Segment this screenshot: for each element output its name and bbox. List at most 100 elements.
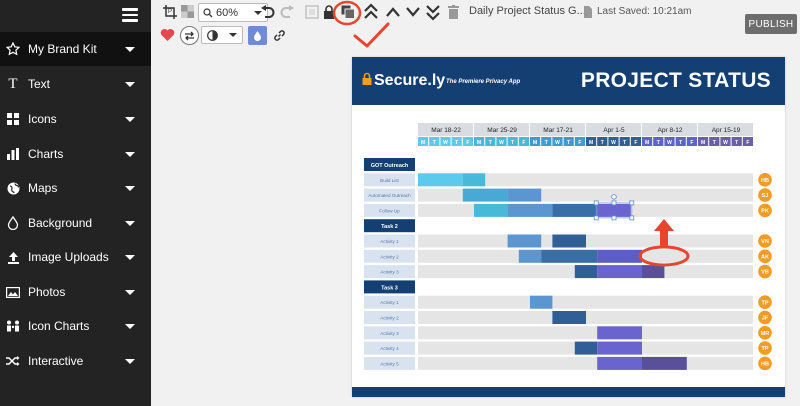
task-bar <box>462 173 486 187</box>
opacity-select[interactable] <box>201 26 243 44</box>
week-header-label: Mar 17-21 <box>543 127 573 134</box>
sidebar-item-charts[interactable]: Charts <box>0 137 151 171</box>
day-header-label: T <box>623 140 626 146</box>
day-header-label: F <box>466 140 469 146</box>
group-header-label: Task 3 <box>381 285 398 291</box>
week-header-label: Mar 18-22 <box>431 127 461 134</box>
sidebar-item-icons[interactable]: Icons <box>0 102 151 136</box>
avatar-initials: TP <box>761 300 768 306</box>
fill-color-button[interactable] <box>248 26 267 45</box>
task-label: Activity 1 <box>380 239 399 244</box>
resize-handle <box>611 215 617 221</box>
document-title[interactable]: Daily Project Status G... <box>469 5 586 17</box>
bring-to-front-icon[interactable] <box>362 2 380 22</box>
chevron-down-icon <box>125 254 135 260</box>
resize-handle <box>593 215 599 221</box>
task-label: Activity 3 <box>380 270 399 275</box>
day-header-label: M <box>701 140 705 146</box>
sidebar-item-label: Interactive <box>28 354 84 368</box>
contrast-icon <box>207 30 218 41</box>
swap-icon[interactable] <box>180 26 199 45</box>
task-bar <box>418 173 463 187</box>
chevron-down-icon <box>229 33 237 37</box>
sidebar-item-my-brand-kit[interactable]: My Brand Kit <box>0 32 151 66</box>
avatar-initials: HB <box>761 178 769 184</box>
text-icon: T <box>8 75 18 92</box>
chevron-down-icon <box>125 46 135 52</box>
task-label: Build List <box>380 178 399 183</box>
hamburger-menu-icon[interactable] <box>122 8 138 22</box>
svg-text:P: P <box>168 9 172 15</box>
undo-icon[interactable] <box>258 3 276 21</box>
day-header-label: F <box>690 140 693 146</box>
info-icon[interactable] <box>582 3 594 21</box>
task-bar <box>462 188 508 202</box>
day-header-label: W <box>443 140 448 146</box>
resize-handle <box>611 200 617 206</box>
day-header-label: T <box>455 140 458 146</box>
rotate-handle <box>611 194 617 200</box>
task-bar <box>530 295 553 309</box>
day-header-label: M <box>589 140 593 146</box>
avatar-initials: SJ <box>762 193 769 199</box>
week-header-label: Apr 8-12 <box>658 127 683 134</box>
transparency-icon[interactable] <box>181 5 194 18</box>
day-header-label: M <box>477 140 481 146</box>
day-header-label: T <box>489 140 492 146</box>
group-header-label: Task 2 <box>381 224 398 230</box>
group-header-label: GOT Outreach <box>371 163 409 169</box>
sidebar-item-photos[interactable]: Photos <box>0 275 151 309</box>
sidebar-item-icon-charts[interactable]: Icon Charts <box>0 309 151 343</box>
task-bar <box>597 356 642 370</box>
day-header-label: T <box>735 140 738 146</box>
sidebar-item-image-uploads[interactable]: Image Uploads <box>0 240 151 274</box>
task-bar <box>474 203 508 217</box>
chevron-down-icon <box>125 185 135 191</box>
droplet-icon <box>254 30 261 41</box>
day-header-label: W <box>723 140 728 146</box>
week-header-label: Mar 25-29 <box>487 127 517 134</box>
day-header-label: W <box>611 140 616 146</box>
send-backward-icon[interactable] <box>404 3 422 21</box>
zoom-icon <box>203 7 213 17</box>
sidebar-item-label: Charts <box>28 147 64 161</box>
trash-icon[interactable] <box>446 3 460 21</box>
design-canvas[interactable]: Secure.ly The Premiere Privacy App PROJE… <box>352 57 785 397</box>
heart-icon[interactable] <box>159 27 175 43</box>
day-header-label: T <box>433 140 436 146</box>
redo-icon[interactable] <box>278 3 296 21</box>
avatar-initials: VB <box>761 270 769 276</box>
crop-tool-icon[interactable]: P <box>161 3 179 21</box>
bring-forward-icon[interactable] <box>384 3 402 21</box>
task-label: Activity 1 <box>380 300 399 305</box>
chevron-down-icon <box>125 289 135 295</box>
duplicate-icon[interactable] <box>339 3 357 21</box>
send-to-back-icon[interactable] <box>424 2 442 22</box>
sidebar-item-maps[interactable]: Maps <box>0 171 151 205</box>
sidebar-item-label: Icon Charts <box>28 319 90 333</box>
last-saved-status: Last Saved: 10:21am <box>597 6 692 17</box>
day-header-label: T <box>601 140 604 146</box>
sidebar: My Brand Kit T Text Icons Charts Maps Ba… <box>0 0 151 406</box>
frame-icon[interactable] <box>303 3 321 21</box>
people-icon <box>6 319 20 333</box>
lock-icon[interactable] <box>321 3 337 21</box>
resize-handle <box>629 215 635 221</box>
shuffle-icon <box>6 354 20 368</box>
sidebar-item-label: Text <box>28 77 51 91</box>
task-label: Activity 3 <box>380 331 399 336</box>
day-header-label: T <box>713 140 716 146</box>
day-header-label: T <box>567 140 570 146</box>
day-header-label: F <box>746 140 749 146</box>
task-bar <box>597 265 642 279</box>
link-icon[interactable] <box>271 27 287 43</box>
sidebar-item-text[interactable]: T Text <box>0 67 151 101</box>
sidebar-item-background[interactable]: Background <box>0 206 151 240</box>
photo-icon <box>6 285 20 299</box>
task-bar <box>552 203 598 217</box>
sidebar-item-interactive[interactable]: Interactive <box>0 344 151 378</box>
task-bar <box>642 265 665 279</box>
avatar-initials: HB <box>761 362 769 368</box>
publish-button[interactable]: PUBLISH <box>745 14 797 34</box>
chevron-down-icon <box>125 358 135 364</box>
